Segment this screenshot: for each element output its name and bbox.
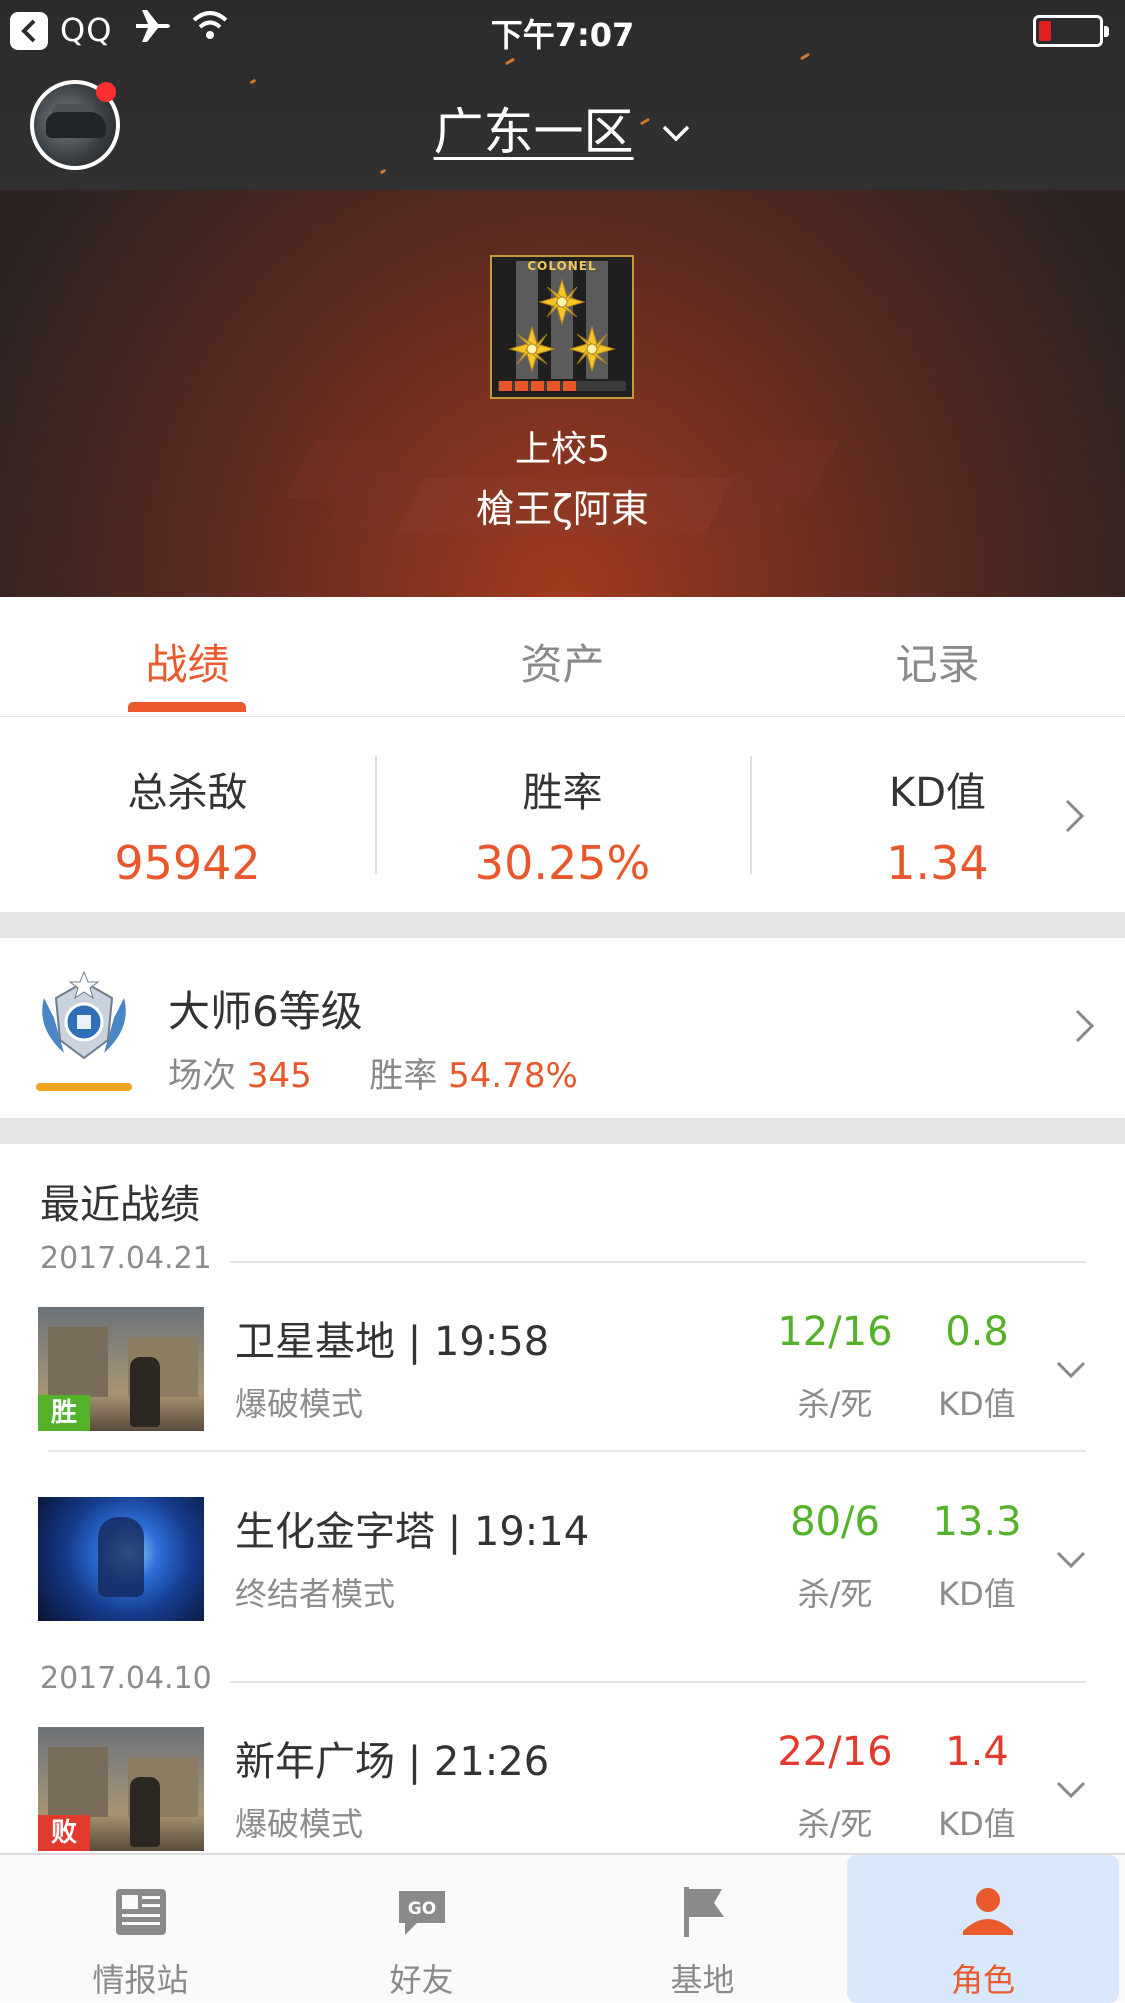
chevron-down-icon[interactable]	[1055, 1779, 1087, 1801]
nav-label: 好友	[389, 1961, 454, 1999]
tab-record[interactable]: 战绩	[0, 631, 375, 692]
divider	[48, 1450, 1086, 1452]
rank-progress-segment	[531, 381, 544, 391]
person-icon	[963, 1888, 1013, 1935]
rank-insignia: COLONEL	[490, 255, 634, 399]
section-gap	[0, 1118, 1125, 1144]
kills-deaths-label: 杀/死	[797, 1575, 873, 1613]
match-row[interactable]: 胜 卫星基地 | 19:58 爆破模式 12/16 杀/死 0.8 KD值	[0, 1307, 1125, 1447]
date-label: 2017.04.21	[40, 1241, 230, 1276]
ember	[379, 168, 387, 175]
stat-value: 1.34	[886, 836, 989, 890]
stat-value: 95942	[114, 836, 261, 890]
rank-name: 上校5	[515, 429, 610, 470]
stat-value: 30.25%	[474, 836, 651, 890]
star-flower-icon	[508, 278, 616, 373]
ranked-level-title: 大师6等级	[168, 987, 363, 1036]
rank-progress-segment	[547, 381, 560, 391]
date-divider: 2017.04.10	[40, 1661, 1086, 1701]
map-thumbnail: 败	[38, 1727, 204, 1851]
matches-value: 345	[246, 1056, 312, 1096]
result-badge: 败	[38, 1815, 90, 1851]
status-bar: QQ 下午7:07	[0, 0, 1125, 60]
stat-win-rate: 胜率 30.25%	[375, 760, 750, 890]
status-time: 下午7:07	[490, 16, 635, 54]
ranked-level-card[interactable]: 大师6等级 场次 345 胜率 54.78%	[0, 938, 1125, 1118]
kills-deaths: 22/16	[777, 1729, 893, 1775]
recent-records-title: 最近战绩	[40, 1182, 200, 1228]
kd-ratio: 0.8	[945, 1309, 1009, 1355]
match-row[interactable]: 败 新年广场 | 21:26 爆破模式 22/16 杀/死 1.4 KD值	[0, 1727, 1125, 1867]
chat-icon: GO	[399, 1891, 445, 1935]
chevron-down-icon	[661, 97, 691, 155]
bottom-nav: 情报站 GO 好友 基地 角色	[0, 1853, 1125, 2003]
flag-icon	[684, 1887, 724, 1937]
matches-label: 场次	[168, 1056, 236, 1096]
section-gap	[0, 912, 1125, 938]
winrate-label: 胜率	[369, 1056, 438, 1096]
date-label: 2017.04.10	[40, 1661, 230, 1696]
server-name: 广东一区	[433, 103, 634, 161]
kd-ratio: 13.3	[932, 1499, 1022, 1545]
kills-deaths-label: 杀/死	[797, 1805, 873, 1843]
nav-label: 情报站	[92, 1961, 189, 1999]
match-map-time: 卫星基地 | 19:58	[235, 1319, 550, 1365]
ranked-level-stats: 场次 345 胜率 54.78%	[168, 1048, 578, 1097]
kd-ratio: 1.4	[945, 1729, 1009, 1775]
kills-deaths-label: 杀/死	[797, 1385, 873, 1423]
tab-assets[interactable]: 资产	[375, 631, 750, 692]
profile-header: QQ 下午7:07 广东一区 COLONEL 上校5 槍王ζ阿東	[0, 0, 1125, 597]
nav-item-news[interactable]: 情报站	[0, 1855, 281, 2003]
server-selector[interactable]: 广东一区	[0, 92, 1125, 164]
rank-progress-segment	[563, 381, 576, 391]
nav-label: 基地	[670, 1961, 735, 1999]
chevron-down-icon[interactable]	[1055, 1549, 1087, 1571]
chevron-right-icon[interactable]	[1074, 1008, 1096, 1044]
newspaper-icon	[116, 1889, 166, 1935]
rank-progress-segment	[515, 381, 528, 391]
winrate-value: 54.78%	[448, 1056, 578, 1096]
nav-item-character[interactable]: 角色	[847, 1855, 1119, 2003]
chevron-down-icon[interactable]	[1055, 1359, 1087, 1381]
tab-history[interactable]: 记录	[750, 631, 1125, 692]
svg-text:GO: GO	[408, 1899, 436, 1919]
kills-deaths: 80/6	[790, 1499, 880, 1545]
match-row[interactable]: 生化金字塔 | 19:14 终结者模式 80/6 杀/死 13.3 KD值	[0, 1497, 1125, 1637]
player-name: 槍王ζ阿東	[476, 487, 649, 531]
master-progress-bar	[36, 1083, 132, 1091]
stat-label: 胜率	[522, 770, 603, 816]
rank-progress-bar	[498, 381, 626, 391]
active-tab-indicator	[128, 702, 246, 712]
date-divider: 2017.04.21	[40, 1241, 1086, 1281]
match-mode: 终结者模式	[235, 1575, 396, 1613]
nav-label: 角色	[950, 1961, 1015, 1999]
tab-bar: 战绩 资产 记录	[0, 597, 1125, 717]
ember	[249, 78, 257, 85]
nav-item-friends[interactable]: GO 好友	[281, 1855, 562, 2003]
kd-ratio-label: KD值	[938, 1385, 1016, 1423]
battery-icon	[1033, 15, 1109, 47]
master-rank-icon	[42, 970, 126, 1060]
stat-total-kills: 总杀敌 95942	[0, 760, 375, 890]
match-map-time: 新年广场 | 21:26	[235, 1739, 550, 1785]
kd-ratio-label: KD值	[938, 1805, 1016, 1843]
nav-item-base[interactable]: 基地	[562, 1855, 843, 2003]
match-mode: 爆破模式	[235, 1385, 364, 1423]
stats-summary[interactable]: 总杀敌 95942 胜率 30.25% KD值 1.34	[0, 718, 1125, 912]
rank-progress-segment	[499, 381, 512, 391]
map-thumbnail	[38, 1497, 204, 1621]
stat-label: 总杀敌	[127, 770, 248, 816]
kills-deaths: 12/16	[777, 1309, 893, 1355]
chevron-right-icon[interactable]	[1064, 798, 1086, 834]
match-map-time: 生化金字塔 | 19:14	[235, 1509, 590, 1555]
kd-ratio-label: KD值	[938, 1575, 1016, 1613]
map-thumbnail: 胜	[38, 1307, 204, 1431]
match-mode: 爆破模式	[235, 1805, 364, 1843]
result-badge: 胜	[38, 1395, 90, 1431]
